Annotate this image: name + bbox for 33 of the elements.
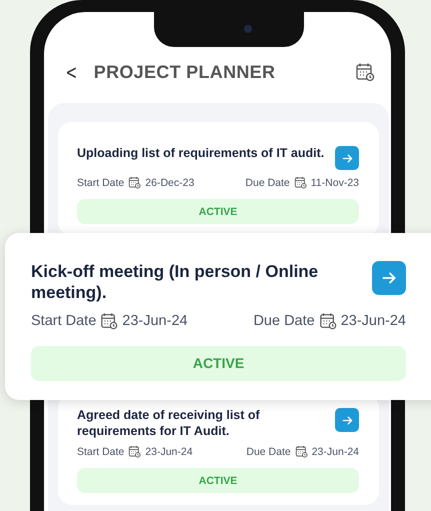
calendar-clock-icon bbox=[128, 176, 142, 189]
start-date: 26-Dec-23 bbox=[145, 176, 194, 188]
camera-dot bbox=[244, 25, 252, 33]
arrow-right-icon bbox=[340, 152, 354, 164]
start-date-label: Start Date bbox=[31, 312, 96, 328]
calendar-clock-icon bbox=[318, 312, 337, 330]
due-date: 23-Jun-24 bbox=[312, 446, 359, 458]
due-date-label: Due Date bbox=[246, 446, 291, 458]
start-date-label: Start Date bbox=[77, 446, 124, 458]
calendar-clock-icon bbox=[100, 312, 118, 330]
task-title: Uploading list of requirements of IT audit. bbox=[77, 146, 324, 162]
arrow-right-icon bbox=[340, 414, 354, 426]
due-date: 11-Nov-23 bbox=[310, 176, 359, 188]
task-title: Agreed date of receiving list of requirements for IT Audit. bbox=[77, 408, 261, 440]
status-label: ACTIVE bbox=[31, 346, 406, 380]
start-date: 23-Jun-24 bbox=[122, 312, 188, 328]
back-button[interactable]: < bbox=[66, 60, 78, 84]
open-task-button[interactable] bbox=[335, 408, 359, 432]
page-title: PROJECT PLANNER bbox=[94, 62, 276, 82]
due-date-label: Due Date bbox=[245, 176, 290, 188]
status-label: ACTIVE bbox=[77, 468, 359, 494]
open-task-button[interactable] bbox=[335, 146, 359, 170]
calendar-clock-icon bbox=[294, 176, 307, 189]
due-date-label: Due Date bbox=[253, 312, 315, 328]
calendar-clock-icon bbox=[294, 445, 308, 458]
task-title: Kick-off meeting (In person / Online meeting). bbox=[31, 261, 320, 304]
calendar-clock-icon bbox=[128, 445, 142, 458]
calendar-clock-icon bbox=[355, 62, 375, 82]
status-label: ACTIVE bbox=[77, 199, 359, 224]
due-date: 23-Jun-24 bbox=[340, 312, 406, 328]
start-date-label: Start Date bbox=[77, 176, 124, 188]
open-task-button[interactable] bbox=[372, 261, 406, 295]
start-date: 23-Jun-24 bbox=[145, 446, 193, 458]
